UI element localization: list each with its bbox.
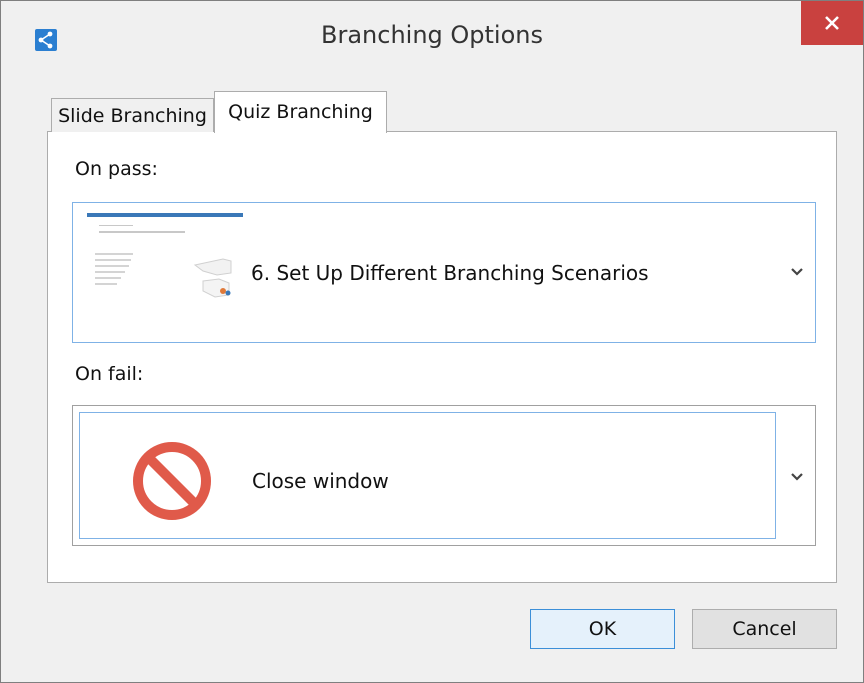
cancel-button[interactable]: Cancel: [692, 609, 837, 649]
on-fail-selected-text: Close window: [252, 469, 389, 493]
chevron-down-icon: [791, 473, 803, 481]
close-button[interactable]: [801, 1, 863, 45]
close-icon: [825, 16, 839, 30]
dialog-window: Branching Options Slide Branching Quiz B…: [0, 0, 864, 683]
on-fail-selected-item: Close window: [79, 412, 776, 539]
ok-button[interactable]: OK: [530, 609, 675, 649]
tab-quiz-branching[interactable]: Quiz Branching: [214, 91, 387, 133]
on-pass-selected-text: 6. Set Up Different Branching Scenarios: [251, 261, 649, 285]
on-fail-dropdown[interactable]: Close window: [72, 405, 816, 546]
on-pass-dropdown[interactable]: 6. Set Up Different Branching Scenarios: [72, 202, 816, 343]
no-entry-icon: [133, 442, 211, 520]
tab-slide-branching[interactable]: Slide Branching: [51, 98, 214, 132]
on-pass-label: On pass:: [75, 158, 158, 180]
on-fail-label: On fail:: [75, 363, 144, 385]
window-title: Branching Options: [321, 21, 543, 49]
title-bar: Branching Options: [1, 1, 863, 77]
slide-thumbnail: [87, 213, 243, 305]
chevron-down-icon: [791, 268, 803, 276]
